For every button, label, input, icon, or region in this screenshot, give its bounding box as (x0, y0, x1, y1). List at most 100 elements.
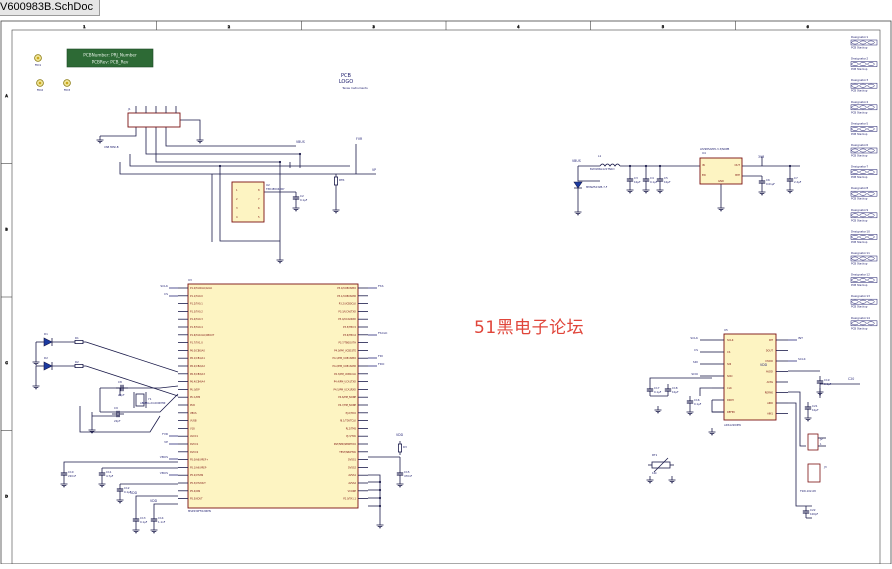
u3-pin-right-label: P3.7/TB0OUTH (338, 342, 356, 345)
cap-ref: C7 (794, 176, 798, 180)
u3-pin-right-label: P3.3/UCA0TXD (338, 310, 356, 313)
ground-symbol (150, 526, 158, 534)
cap-value: 0.1µF (654, 390, 662, 394)
capacitor: C141.1nF (150, 514, 166, 526)
u3-pin-right-label: PJ.0/TDO (346, 412, 357, 415)
u4-pin-byp: BYP (735, 173, 740, 177)
parameter-line-1: PCBNumber: PRJ_Number (83, 53, 137, 58)
ground-symbol (376, 521, 384, 529)
net-label-text: VDD (150, 499, 158, 503)
led-diode: D1 (43, 332, 53, 347)
designator-stack-layer (859, 148, 867, 153)
junction-dot (378, 480, 382, 484)
zener-d3: MMSZ5232B-7-F (573, 181, 608, 189)
j1-gnd-wire (180, 119, 201, 136)
designator-stack-layer (859, 299, 867, 304)
u3-pin-left-label: P6.0/CB0/A0 (190, 349, 205, 352)
usb-bus-b (119, 162, 376, 175)
cap-ref: C9 (114, 406, 118, 410)
u3-pin-left-label: PU.0/DP (190, 388, 200, 391)
zone-column-label: 4 (517, 25, 519, 29)
designator-name: Designator14 (851, 316, 870, 320)
designator-caption: PCB Stackup (851, 262, 868, 266)
designator-caption: PCB Stackup (851, 283, 868, 287)
usb-connector-j1: J1 USB MINI-B (104, 106, 181, 149)
junction-dot (644, 164, 648, 168)
u5-pin-right-label: INT (769, 338, 774, 342)
u5-pin-left-label: SCLK (727, 338, 734, 342)
net-label: 3V3 (758, 155, 764, 159)
resistor: RTR (333, 174, 344, 188)
ground-symbol (132, 526, 140, 534)
port-label: INT (788, 336, 803, 341)
u5-pin-right-label: AIN0 (767, 401, 773, 405)
port-label: FSS (368, 284, 384, 289)
designator-caption: PCB Stackup (851, 110, 868, 114)
u4-pin-out: OUT (734, 163, 740, 167)
port-label: SCLK (160, 284, 178, 289)
designator-stack-layer (859, 127, 867, 131)
ground-symbol (642, 186, 650, 194)
u3-pin-left-label: P6.2/CB2/A2 (190, 365, 205, 368)
designator-stack-layer (859, 40, 867, 45)
designator-stack-layer (851, 148, 859, 153)
u3-pin-left-label: P5.5/XOUT (190, 498, 203, 501)
crystal-y1: Y1ABM8G-24.000MHZ (133, 392, 166, 408)
u5-pin-right-label: REFN0 (765, 391, 774, 395)
u3-ref: U3 (188, 278, 192, 282)
designator-name: Designator8 (851, 186, 868, 190)
ground-symbol (758, 188, 766, 196)
u3-pin-right-label: DVSS1 (348, 459, 356, 462)
designator-stack-layer (859, 235, 867, 239)
fiducial: FID1 (34, 54, 42, 67)
cap-value: 100pF (810, 512, 819, 516)
rt1-value: 10k (652, 471, 657, 475)
u3-pin-right-label: P3.1/UCB0SOMI (337, 295, 356, 298)
schematic-canvas[interactable]: 1 2 3 4 5 6 A B C D PCBNumber: PRJ_Number PCBRev: … (0, 16, 892, 565)
u3-pin-right-label: RST/NMI/SBWTDIO (334, 443, 356, 446)
u2-ref: U2 (266, 183, 270, 187)
u3-pin-left-label: P6.4/CB4/A4 (190, 381, 205, 384)
net-label: VP (372, 168, 376, 172)
designator-stack-layer (867, 170, 875, 174)
u3-pin-left-label: P1.6/TA1CLK/CBOUT (190, 334, 215, 337)
u5-pin-right-label: DOUT (766, 349, 774, 353)
designator-caption: PCB Stackup (851, 305, 868, 309)
inductor-l1: L1 BLM18SG121TN1D (590, 154, 621, 171)
zone-column-label: 2 (228, 25, 230, 29)
u3-pin-left-label: AVCC1 (190, 435, 198, 438)
designator-stack-layer (859, 191, 867, 196)
u4-pin-in: IN (702, 163, 705, 167)
cap-value: 10µF (634, 180, 641, 184)
cap-value: 2.2µF (794, 180, 802, 184)
u3-pin-right-label: P4.3/PM_UCB1CLK (334, 373, 356, 376)
schematic-sheet[interactable]: 1 2 3 4 5 6 A B C D PCBNumber: PRJ_Number PCBRev: … (0, 16, 892, 565)
u3-pin-right-label: P4.6/PM_NONE (338, 396, 356, 399)
document-tab[interactable]: V600983B.SchDoc (0, 0, 100, 16)
designator-name: Designator12 (851, 273, 870, 277)
designator-stack-layer (859, 256, 867, 261)
ground-symbol (686, 408, 694, 416)
cap-ref: C22 (810, 508, 816, 512)
designator-stack-layer (859, 105, 867, 110)
capacitor: C40.1µF (642, 174, 658, 186)
u3-pin-left-label: P1.3/TA0.2 (190, 310, 203, 313)
designator-stack-layer (851, 191, 859, 196)
led-body (43, 361, 53, 371)
junction-dot (298, 152, 302, 156)
capacitor: C1810µF (664, 384, 679, 396)
u3-pin-right-label: P2.0/TA1.1 (343, 498, 356, 501)
j3-ref: J3 (823, 465, 827, 469)
u5-pin-right-label: AVSS (767, 380, 774, 384)
designator-stack-layer (867, 105, 875, 110)
u3-pin-right-label: P4.0/PM_UCB1STE (334, 349, 356, 352)
u3-pin-right-label: P3.4/UCA0RXD (338, 318, 356, 321)
j3-wire (795, 484, 812, 507)
cap-value: 0.1µF (824, 382, 832, 386)
u5-port-label: SDO (691, 372, 698, 376)
designator-stack-layer (859, 321, 867, 326)
u2-value: TPD4E004DRY (266, 187, 285, 191)
cap-ref: C11 (106, 470, 112, 474)
l1-value: BLM18SG121TN1D (590, 167, 615, 171)
ground-symbol (717, 204, 725, 212)
